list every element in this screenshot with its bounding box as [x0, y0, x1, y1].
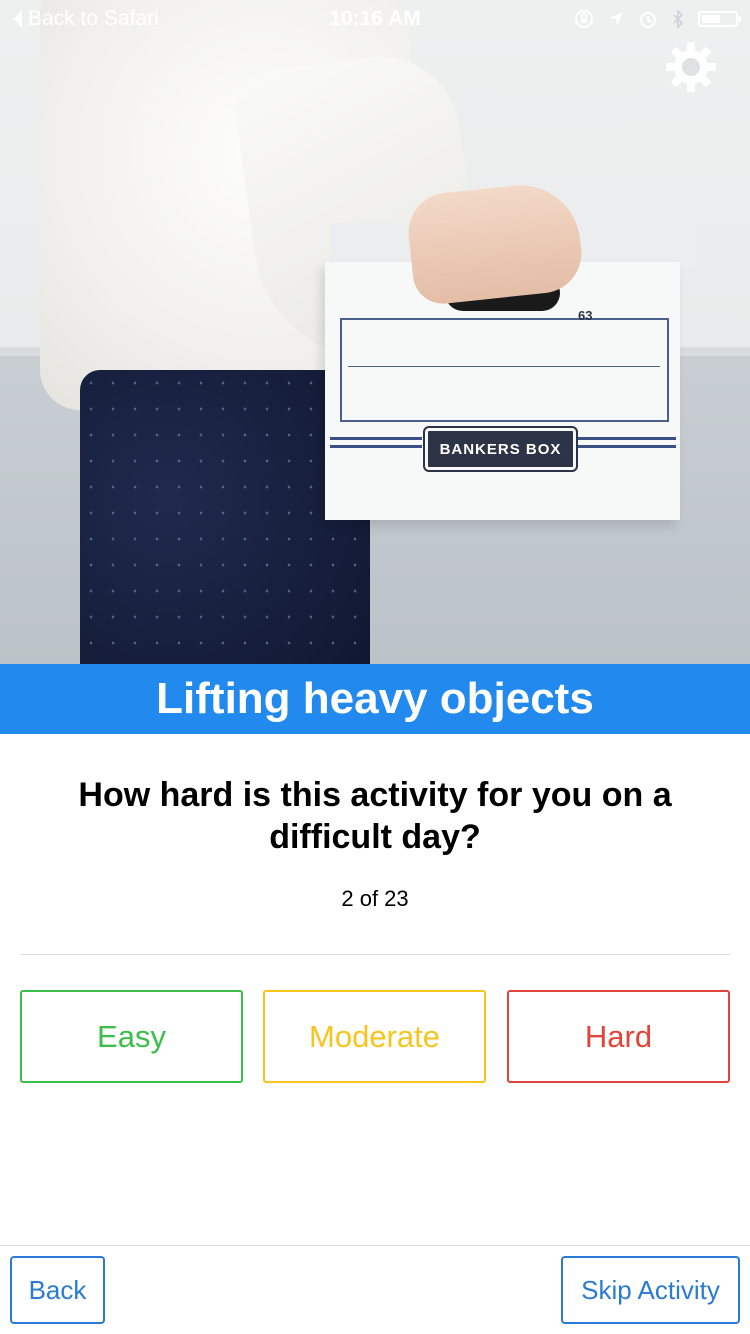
status-bar: Back to Safari 10:16 AM	[0, 0, 750, 40]
activity-title: Lifting heavy objects	[156, 674, 594, 723]
box-stripe	[578, 445, 676, 448]
gear-icon[interactable]	[664, 40, 718, 94]
box-stripe	[330, 445, 422, 448]
question-text: How hard is this activity for you on a d…	[78, 776, 672, 856]
box-label-line	[348, 366, 660, 367]
orientation-lock-icon	[575, 10, 593, 28]
activity-title-banner: Lifting heavy objects	[0, 664, 750, 734]
progress-counter: 2 of 23	[341, 886, 409, 911]
bluetooth-icon	[673, 9, 684, 29]
footer-divider	[0, 1245, 750, 1246]
battery-icon	[698, 11, 741, 27]
status-icons	[574, 9, 741, 29]
divider	[20, 954, 730, 955]
easy-button[interactable]: Easy	[20, 990, 243, 1083]
box-brand-logo: BANKERS BOX	[423, 426, 578, 472]
person-hand	[404, 179, 586, 307]
box-model-number: 63	[578, 308, 593, 323]
box-label-panel	[340, 318, 669, 422]
battery-fill	[702, 15, 720, 23]
moderate-button[interactable]: Moderate	[263, 990, 486, 1083]
hard-button[interactable]: Hard	[507, 990, 730, 1083]
box-stripe	[330, 437, 422, 440]
alarm-icon	[640, 12, 656, 28]
back-button[interactable]: Back	[10, 1256, 105, 1324]
skip-activity-button[interactable]: Skip Activity	[561, 1256, 740, 1324]
location-icon	[609, 12, 623, 26]
box-stripe	[578, 437, 676, 440]
activity-photo: BANKERS BOX 63	[0, 0, 750, 664]
